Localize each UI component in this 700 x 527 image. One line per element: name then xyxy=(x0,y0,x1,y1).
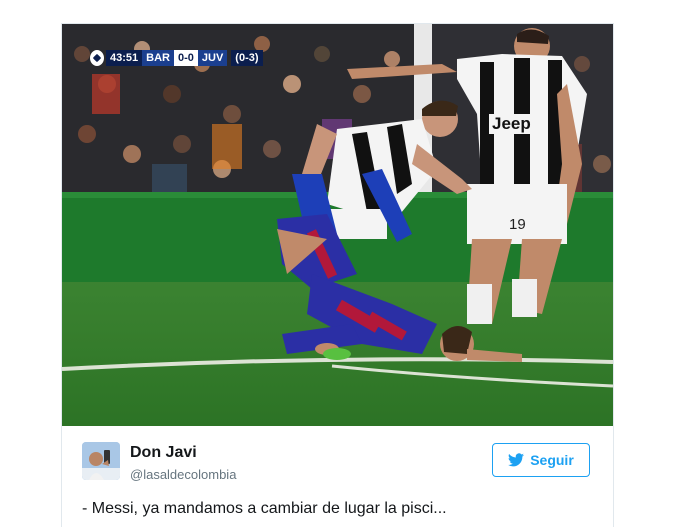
match-scoreboard: 43:51 BAR 0-0 JUV (0-3) xyxy=(90,50,263,66)
aggregate-score: (0-3) xyxy=(231,50,263,66)
away-team: JUV xyxy=(197,50,228,66)
shirt-sponsor: Jeep xyxy=(489,114,534,134)
shirt-number: 19 xyxy=(509,216,526,233)
avatar[interactable] xyxy=(82,442,120,480)
match-score: 0-0 xyxy=(173,50,198,66)
avatar-photo-icon xyxy=(82,442,120,480)
champions-league-ball-icon xyxy=(90,50,104,66)
tweet-photo[interactable]: 43:51 BAR 0-0 JUV (0-3) Jeep 19 xyxy=(62,24,613,426)
user-name[interactable]: Don Javi xyxy=(130,444,197,462)
follow-button[interactable]: Seguir xyxy=(492,443,590,477)
twitter-bird-icon xyxy=(508,453,525,467)
football-scene-image xyxy=(62,24,613,426)
tweet-footer: Don Javi @lasaldecolombia Seguir - Messi… xyxy=(62,426,613,527)
embedded-tweet-card: 43:51 BAR 0-0 JUV (0-3) Jeep 19 Don Javi… xyxy=(61,23,614,527)
user-handle[interactable]: @lasaldecolombia xyxy=(130,467,236,482)
match-clock: 43:51 xyxy=(106,50,143,66)
home-team: BAR xyxy=(142,50,174,66)
follow-button-label: Seguir xyxy=(530,452,574,468)
tweet-text: - Messi, ya mandamos a cambiar de lugar … xyxy=(82,500,447,517)
